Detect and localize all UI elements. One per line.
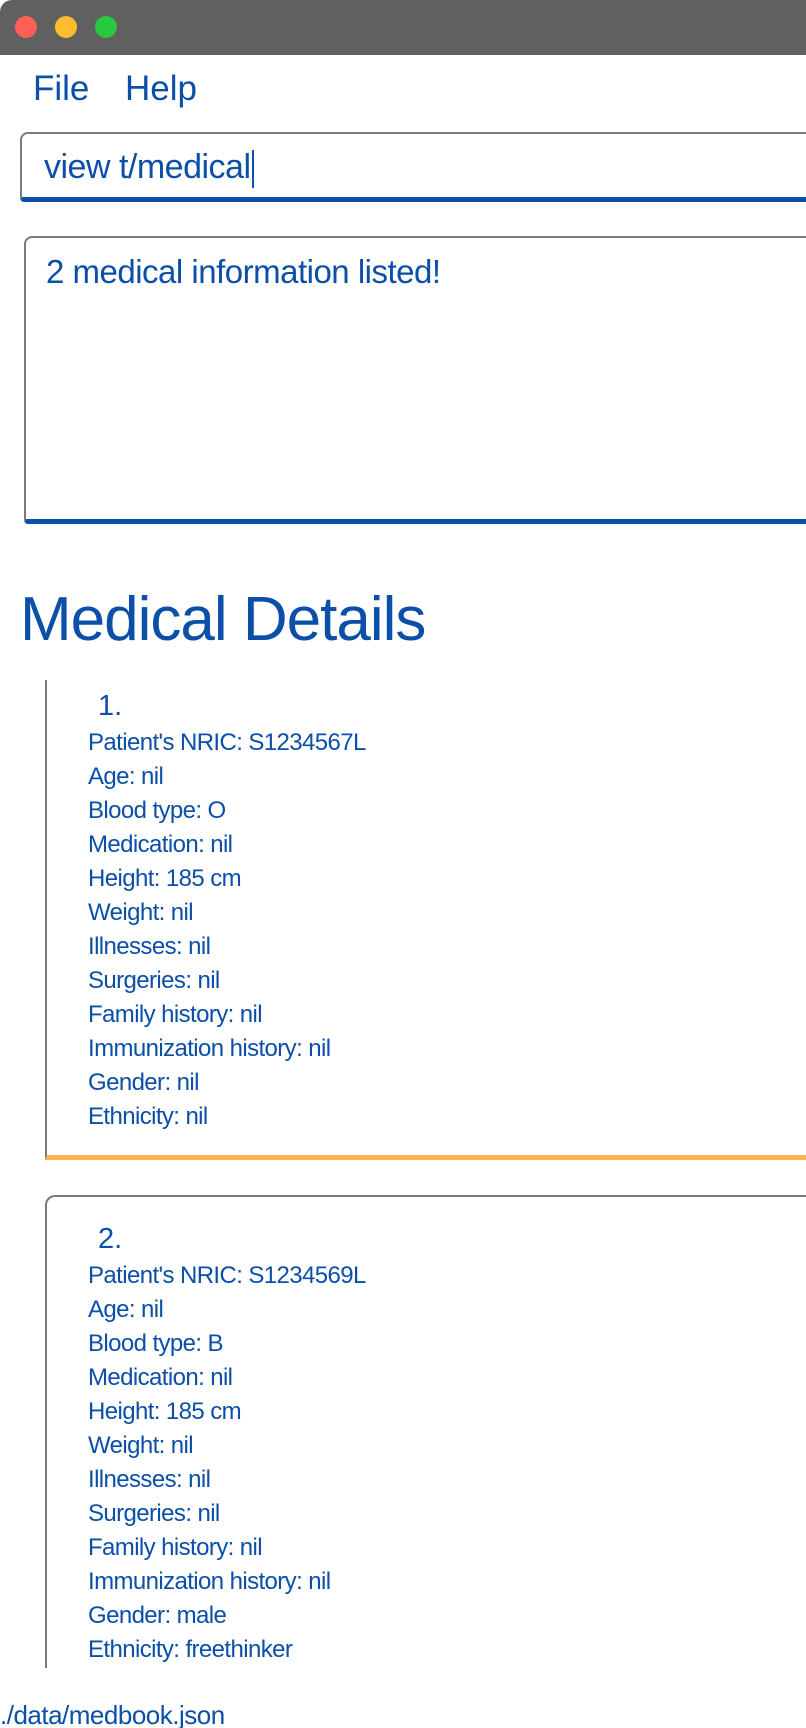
field-medication: Medication: nil: [88, 1364, 233, 1391]
record-field-list: Patient's NRIC: S1234567L Age: nil Blood…: [88, 726, 366, 1134]
field-weight: Weight: nil: [88, 1432, 194, 1459]
command-input[interactable]: view t/medical: [44, 148, 254, 189]
app-window: File Help view t/medical 2 medical infor…: [0, 0, 806, 1728]
field-immunization-history: Immunization history: nil: [88, 1568, 331, 1595]
field-blood-type: Blood type: O: [88, 797, 226, 824]
text-caret: [251, 150, 254, 189]
field-age: Age: nil: [88, 1296, 164, 1323]
command-box[interactable]: view t/medical: [20, 132, 806, 202]
field-family-history: Family history: nil: [88, 1534, 263, 1561]
record-index: 2.: [98, 1223, 123, 1255]
command-input-text: view t/medical: [44, 148, 251, 186]
field-weight: Weight: nil: [88, 899, 194, 926]
field-age: Age: nil: [88, 763, 164, 790]
title-bar: [0, 0, 806, 55]
result-display: 2 medical information listed!: [24, 236, 806, 524]
field-illnesses: Illnesses: nil: [88, 1466, 211, 1493]
medical-record-card[interactable]: 2. Patient's NRIC: S1234569L Age: nil Bl…: [45, 1195, 806, 1668]
field-nric: Patient's NRIC: S1234569L: [88, 1262, 366, 1289]
medical-record-list[interactable]: 1. Patient's NRIC: S1234567L Age: nil Bl…: [0, 680, 806, 1668]
field-medication: Medication: nil: [88, 831, 233, 858]
field-gender: Gender: nil: [88, 1069, 199, 1096]
field-height: Height: 185 cm: [88, 1398, 242, 1425]
field-illnesses: Illnesses: nil: [88, 933, 211, 960]
field-surgeries: Surgeries: nil: [88, 967, 220, 994]
menu-bar: File Help: [0, 55, 806, 120]
field-nric: Patient's NRIC: S1234567L: [88, 729, 366, 756]
field-surgeries: Surgeries: nil: [88, 1500, 220, 1527]
field-height: Height: 185 cm: [88, 865, 242, 892]
field-ethnicity: Ethnicity: freethinker: [88, 1636, 293, 1663]
minimize-window-button[interactable]: [55, 16, 77, 38]
status-bar-file-path: ./data/medbook.json: [0, 1700, 225, 1728]
field-blood-type: Blood type: B: [88, 1330, 224, 1357]
page-title: Medical Details: [20, 585, 426, 654]
record-field-list: Patient's NRIC: S1234569L Age: nil Blood…: [88, 1259, 366, 1667]
result-message: 2 medical information listed!: [46, 253, 441, 290]
field-gender: Gender: male: [88, 1602, 227, 1629]
zoom-window-button[interactable]: [95, 16, 117, 38]
field-ethnicity: Ethnicity: nil: [88, 1103, 208, 1130]
menu-help[interactable]: Help: [125, 69, 197, 109]
menu-file[interactable]: File: [33, 69, 89, 109]
medical-record-card[interactable]: 1. Patient's NRIC: S1234567L Age: nil Bl…: [45, 680, 806, 1160]
record-index: 1.: [98, 690, 123, 722]
field-immunization-history: Immunization history: nil: [88, 1035, 331, 1062]
close-window-button[interactable]: [15, 16, 37, 38]
field-family-history: Family history: nil: [88, 1001, 263, 1028]
